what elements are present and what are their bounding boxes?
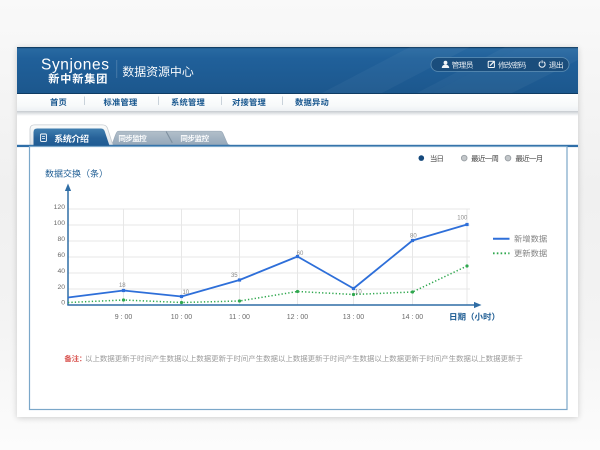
svg-text:120: 120 <box>54 204 66 211</box>
svg-text:100: 100 <box>54 220 66 227</box>
svg-text:0: 0 <box>61 300 65 307</box>
svg-text:10: 10 <box>355 290 362 296</box>
svg-text:Synjones: Synjones <box>41 57 110 74</box>
svg-text:20: 20 <box>57 284 65 291</box>
svg-text:9 : 00: 9 : 00 <box>115 314 133 321</box>
svg-text:14 : 00: 14 : 00 <box>402 314 424 321</box>
svg-text:10: 10 <box>182 290 189 296</box>
svg-text:11 : 00: 11 : 00 <box>229 314 250 321</box>
svg-text:80: 80 <box>57 236 65 243</box>
svg-text:35: 35 <box>231 273 238 279</box>
svg-text:40: 40 <box>57 268 65 275</box>
svg-text:60: 60 <box>57 252 65 259</box>
svg-text:13 : 00: 13 : 00 <box>343 314 365 321</box>
svg-text:60: 60 <box>297 251 304 257</box>
svg-text:18: 18 <box>119 283 126 289</box>
svg-text:10 : 00: 10 : 00 <box>171 314 193 321</box>
svg-text:12 : 00: 12 : 00 <box>287 314 309 321</box>
svg-text:100: 100 <box>457 215 468 221</box>
svg-text:80: 80 <box>410 233 417 239</box>
